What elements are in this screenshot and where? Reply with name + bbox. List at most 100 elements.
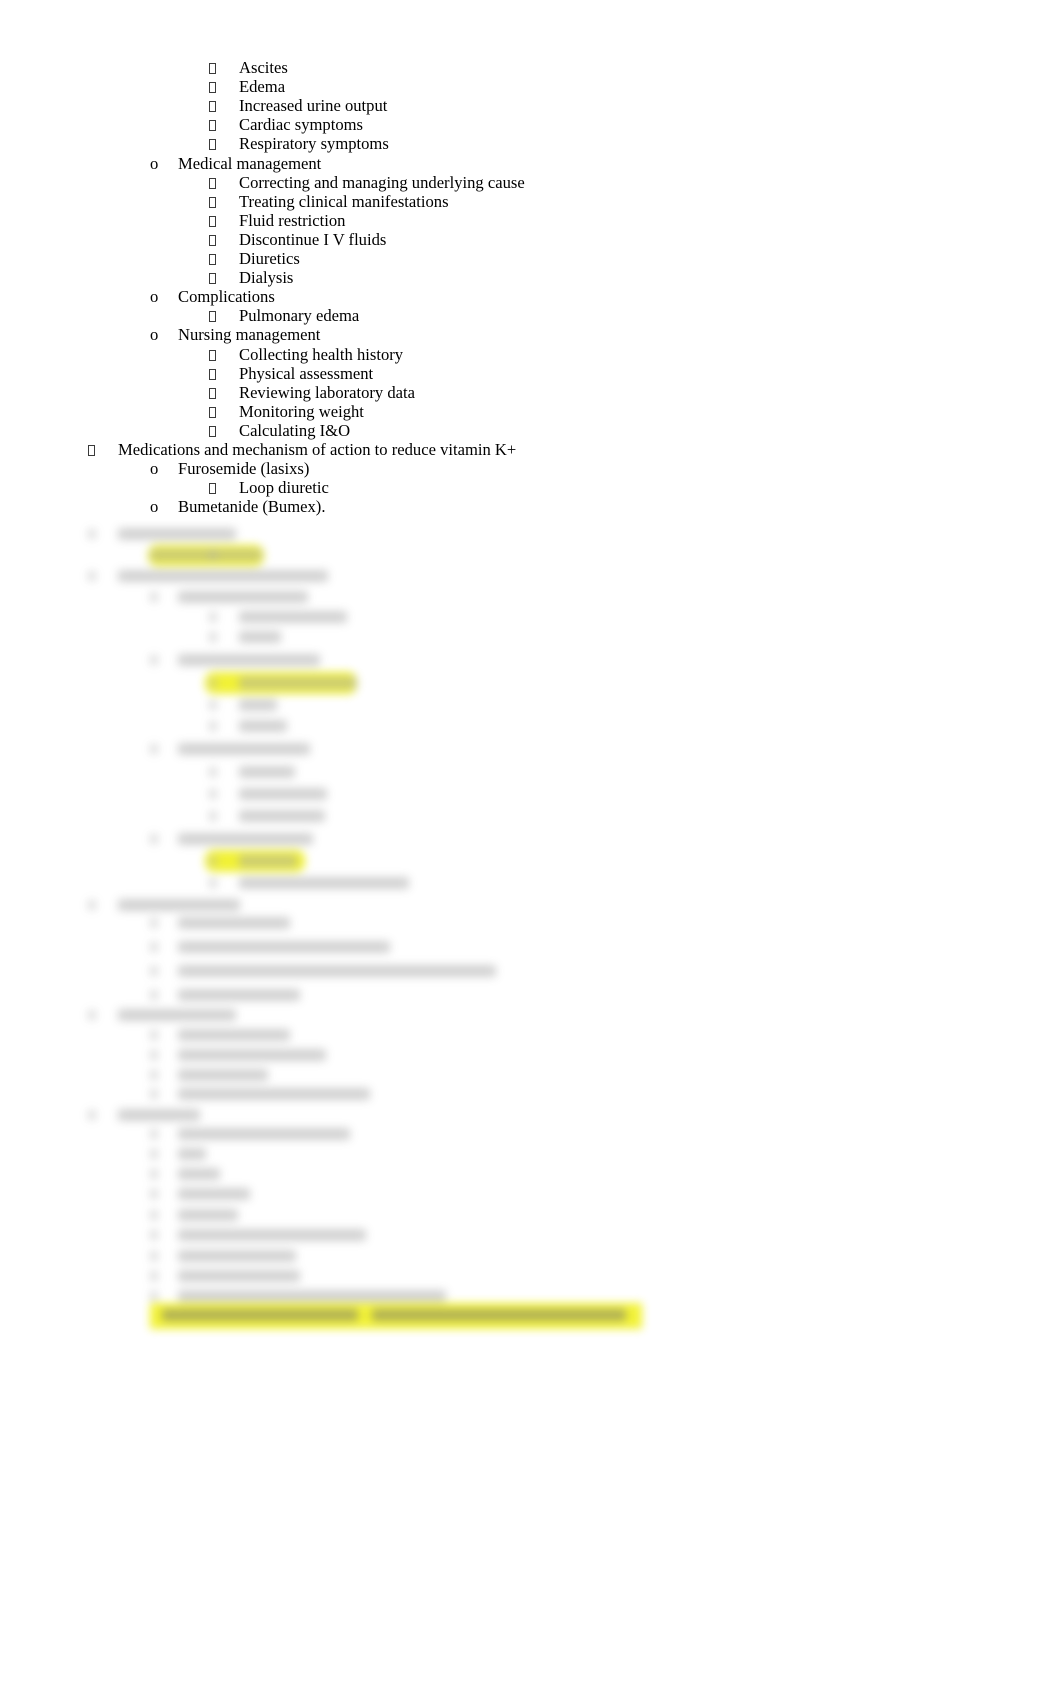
bullet-box-icon [209, 306, 216, 325]
text-ghost-on-highlight [372, 1309, 626, 1321]
text-ghost [178, 941, 390, 953]
outline-line: o Medical management [0, 154, 1062, 173]
text-ghost [178, 654, 320, 666]
bullet-ghost [150, 918, 158, 928]
text-ghost [178, 1188, 250, 1200]
text-ghost [239, 855, 297, 867]
text-ghost [239, 720, 287, 732]
outline-line-text: Collecting health history [239, 344, 404, 364]
outline-line: Edema [0, 77, 1062, 96]
bullet-ghost [88, 571, 96, 581]
list-marker-letter: o [150, 325, 159, 345]
text-ghost-on-highlight [162, 1309, 358, 1321]
outline-line-text: Treating clinical manifestations [239, 191, 449, 211]
outline-line: o Nursing management [0, 325, 1062, 344]
bullet-ghost [150, 1189, 158, 1199]
outline-line: o Complications [0, 287, 1062, 306]
text-ghost [178, 1148, 206, 1160]
text-ghost [178, 1128, 350, 1140]
list-marker-letter: o [150, 287, 159, 307]
text-ghost [118, 1109, 200, 1121]
text-ghost [178, 833, 313, 845]
outline-line: Monitoring weight [0, 402, 1062, 421]
text-ghost [150, 549, 262, 561]
bullet-box-icon [209, 478, 216, 497]
outline-line: o Furosemide (lasixs) [0, 459, 1062, 478]
outline-line: Diuretics [0, 249, 1062, 268]
bullet-box-icon [209, 364, 216, 383]
bullet-ghost [150, 1210, 158, 1220]
bullet-box-icon [209, 345, 216, 364]
bullet-ghost [150, 655, 158, 665]
outline-line: Discontinue I V fluids [0, 230, 1062, 249]
bullet-ghost [150, 1251, 158, 1261]
text-ghost [239, 766, 295, 778]
bullet-box-icon [209, 402, 216, 421]
bullet-ghost [88, 1010, 96, 1020]
text-ghost [239, 788, 327, 800]
list-marker-letter: o [150, 459, 159, 479]
outline-line-text: Reviewing laboratory data [239, 382, 416, 402]
bullet-ghost [209, 767, 217, 777]
redacted-blurred-region [0, 520, 1062, 1350]
text-ghost [118, 528, 236, 540]
bullet-box-icon [209, 421, 216, 440]
bullet-ghost [209, 721, 217, 731]
bullet-ghost [209, 612, 217, 622]
bullet-ghost [150, 1089, 158, 1099]
bullet-ghost [209, 878, 217, 888]
bullet-ghost [150, 1070, 158, 1080]
outline-line: Increased urine output [0, 96, 1062, 115]
outline-line: o Bumetanide (Bumex). [0, 497, 1062, 516]
outline-line-text: Complications [178, 287, 275, 307]
text-ghost [178, 917, 290, 929]
highlight-band [205, 672, 357, 694]
outline-line: Ascites [0, 58, 1062, 77]
outline-line-text: Medications and mechanism of action to r… [118, 440, 517, 459]
outline-line: Pulmonary edema [0, 306, 1062, 325]
bullet-box-icon [209, 192, 216, 211]
text-ghost [178, 1229, 366, 1241]
bullet-ghost [150, 942, 158, 952]
outline-line-text: Increased urine output [239, 96, 388, 116]
bullet-ghost [150, 966, 158, 976]
outline-line-text: Pulmonary edema [239, 306, 360, 326]
bullet-box-icon [209, 230, 216, 249]
bullet-box-icon [209, 249, 216, 268]
text-ghost [178, 1029, 290, 1041]
list-marker-letter: o [150, 153, 159, 173]
highlight-band [205, 850, 305, 872]
bullet-ghost [150, 1271, 158, 1281]
bullet-ghost [209, 700, 217, 710]
outline-line-text: Monitoring weight [239, 401, 364, 421]
text-ghost [239, 611, 347, 623]
bullet-ghost [150, 834, 158, 844]
outline-line-text: Cardiac symptoms [239, 115, 363, 135]
bullet-ghost [150, 990, 158, 1000]
bullet-ghost [150, 1149, 158, 1159]
bullet-box-icon [209, 115, 216, 134]
bullet-ghost [209, 811, 217, 821]
text-ghost [178, 1049, 326, 1061]
text-ghost [239, 699, 277, 711]
text-ghost [178, 1088, 370, 1100]
highlight-bar-bottom [150, 1303, 642, 1329]
outline-line-text: Physical assessment [239, 363, 374, 383]
bullet-ghost [150, 1169, 158, 1179]
outline-line: Dialysis [0, 268, 1062, 287]
bullet-ghost [88, 1110, 96, 1120]
text-ghost [178, 1069, 268, 1081]
highlight-band [148, 545, 264, 566]
outline-line: Collecting health history [0, 345, 1062, 364]
bullet-box-icon [209, 268, 216, 287]
bullet-ghost [150, 1291, 158, 1301]
text-ghost [239, 677, 357, 689]
text-ghost [118, 570, 328, 582]
outline-line-text: Loop diuretic [239, 478, 329, 498]
outline-line: Loop diuretic [0, 478, 1062, 497]
bullet-ghost [150, 1129, 158, 1139]
outline-line: Respiratory symptoms [0, 134, 1062, 153]
outline-line-text: Bumetanide (Bumex). [178, 497, 326, 517]
outline-line: Treating clinical manifestations [0, 192, 1062, 211]
outline-line: Correcting and managing underlying cause [0, 173, 1062, 192]
